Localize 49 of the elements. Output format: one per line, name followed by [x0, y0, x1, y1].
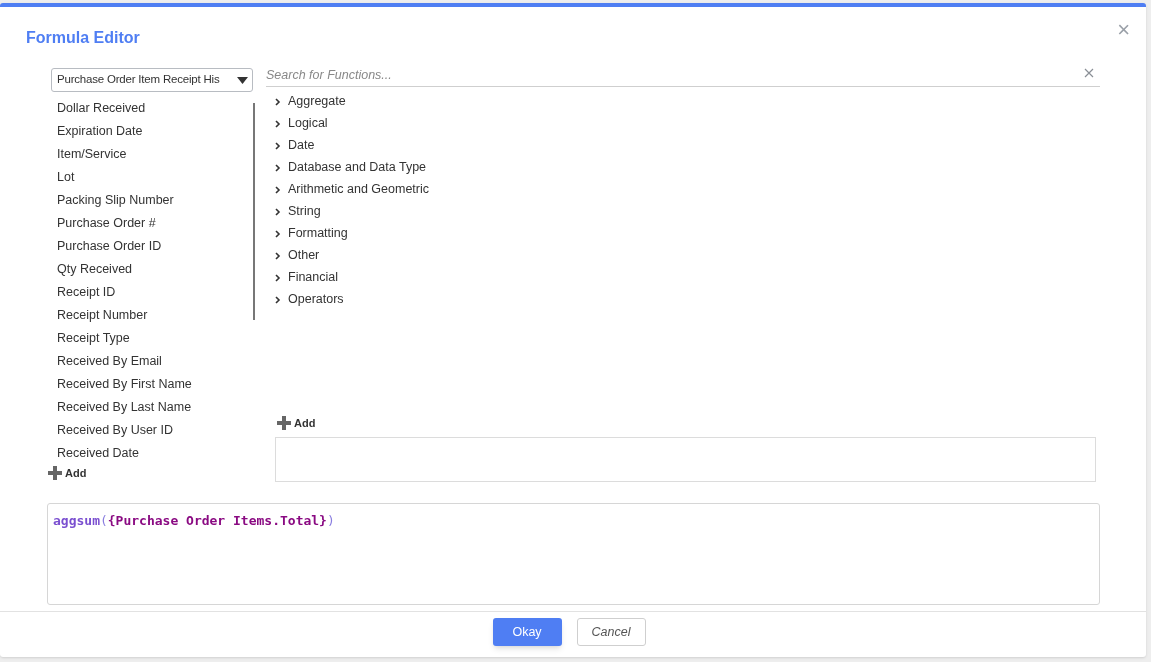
field-item[interactable]: Receipt ID [51, 281, 251, 304]
field-item[interactable]: Lot [51, 166, 251, 189]
function-group[interactable]: Financial [275, 266, 1100, 289]
function-group[interactable]: String [275, 200, 1100, 223]
formula-editor[interactable]: aggsum({Purchase Order Items.Total}) [47, 503, 1100, 605]
field-item[interactable]: Expiration Date [51, 120, 251, 143]
function-group[interactable]: Other [275, 244, 1100, 267]
clear-icon[interactable] [1084, 68, 1094, 78]
field-item[interactable]: Item/Service [51, 143, 251, 166]
field-item[interactable]: Received By Email [51, 350, 251, 373]
function-group[interactable]: Arithmetic and Geometric [275, 178, 1100, 201]
field-item[interactable]: Purchase Order ID [51, 235, 251, 258]
function-group[interactable]: Logical [275, 112, 1100, 135]
field-source-dropdown[interactable]: Purchase Order Item Receipt His [51, 68, 253, 92]
chevron-right-icon [275, 163, 281, 172]
add-function-button[interactable]: Add [277, 414, 316, 431]
chevron-right-icon [275, 273, 281, 282]
field-item[interactable]: Received By First Name [51, 373, 251, 396]
cancel-button[interactable]: Cancel [576, 618, 646, 646]
function-group[interactable]: Date [275, 134, 1100, 157]
plus-icon [48, 466, 62, 481]
chevron-right-icon [275, 251, 281, 260]
field-item[interactable]: Receipt Number [51, 304, 251, 327]
chevron-right-icon [275, 229, 281, 238]
function-group[interactable]: Formatting [275, 222, 1100, 245]
field-item[interactable]: Received Date [51, 442, 251, 465]
chevron-right-icon [275, 141, 281, 150]
chevron-right-icon [275, 119, 281, 128]
function-search-field[interactable]: Search for Functions... [266, 64, 1100, 87]
caret-icon [237, 76, 248, 84]
field-item[interactable]: Received By Last Name [51, 396, 251, 419]
field-item[interactable]: Purchase Order # [51, 212, 251, 235]
field-item[interactable]: Dollar Received [51, 97, 251, 120]
function-group[interactable]: Database and Data Type [275, 156, 1100, 179]
chevron-right-icon [275, 97, 281, 106]
scrollbar[interactable] [253, 103, 255, 320]
field-item[interactable]: Qty Received [51, 258, 251, 281]
function-group[interactable]: Operators [275, 288, 1100, 311]
add-field-button[interactable]: Add [48, 465, 266, 482]
chevron-right-icon [275, 207, 281, 216]
plus-icon [277, 415, 291, 430]
okay-button[interactable]: Okay [492, 618, 562, 646]
function-group[interactable]: Aggregate [275, 90, 1100, 113]
chevron-right-icon [275, 295, 281, 304]
field-item[interactable]: Receipt Type [51, 327, 251, 350]
chevron-right-icon [275, 185, 281, 194]
dialog-title: Formula Editor [26, 28, 140, 48]
field-item[interactable]: Packing Slip Number [51, 189, 251, 212]
field-item[interactable]: Received By User ID [51, 419, 251, 442]
